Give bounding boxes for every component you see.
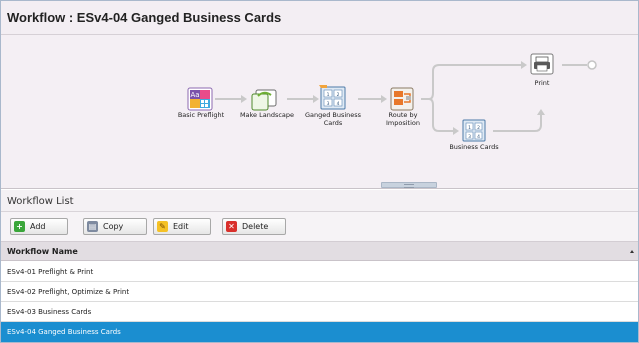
pencil-icon: ✎ (157, 221, 168, 232)
delete-icon: ✕ (226, 221, 237, 232)
copy-button[interactable]: ▤ Copy (83, 218, 147, 235)
workflow-name-cell: ESv4-02 Preflight, Optimize & Print (7, 288, 130, 296)
table-row-selected[interactable]: ESv4-04 Ganged Business Cards (1, 322, 638, 342)
svg-text:2: 2 (337, 92, 340, 98)
svg-text:4: 4 (337, 101, 340, 107)
delete-button-label: Delete (242, 222, 269, 231)
workflow-list-title: Workflow List (7, 196, 74, 207)
workflow-canvas: Aa 1 2 3 4 1 2 3 4 Basic Preflight Make … (1, 35, 638, 181)
svg-text:1: 1 (327, 92, 330, 98)
table-row[interactable]: ESv4-02 Preflight, Optimize & Print (1, 282, 638, 302)
ganged-icon: 1 2 3 4 (319, 85, 346, 110)
pane-divider (1, 181, 638, 189)
workflow-name-cell: ESv4-04 Ganged Business Cards (7, 328, 121, 336)
copy-icon: ▤ (87, 221, 98, 232)
preflight-icon: Aa (187, 87, 213, 111)
table-row[interactable]: ESv4-01 Preflight & Print (1, 262, 638, 282)
splitter-handle[interactable] (381, 182, 437, 188)
end-node (587, 60, 597, 70)
workflow-header: Workflow : ESv4-04 Ganged Business Cards (1, 1, 638, 35)
svg-text:3: 3 (327, 101, 330, 107)
column-header-workflow-name[interactable]: Workflow Name (1, 241, 638, 261)
route-icon (390, 87, 414, 111)
rotate-icon (251, 89, 277, 111)
list-toolbar: + Add ▤ Copy ✎ Edit ✕ Delete (1, 212, 638, 241)
workflow-diagram: Aa 1 2 3 4 1 2 3 4 (187, 53, 597, 142)
workflow-list-header: Workflow List (1, 190, 638, 212)
ganged-icon: 1 2 3 4 (462, 119, 486, 142)
page-title: Workflow : ESv4-04 Ganged Business Cards (7, 10, 282, 25)
edit-button[interactable]: ✎ Edit (153, 218, 211, 235)
svg-text:1: 1 (468, 125, 471, 131)
plus-icon: + (14, 221, 25, 232)
node-label-business-cards[interactable]: Business Cards (441, 143, 507, 151)
add-button-label: Add (30, 222, 46, 231)
workflow-window: Workflow : ESv4-04 Ganged Business Cards (0, 0, 639, 343)
svg-text:4: 4 (477, 134, 480, 140)
sort-ascending-icon (630, 250, 634, 253)
node-label-basic-preflight[interactable]: Basic Preflight (167, 111, 235, 119)
table-row[interactable]: ESv4-03 Business Cards (1, 302, 638, 322)
node-label-make-landscape[interactable]: Make Landscape (233, 111, 301, 119)
column-header-label: Workflow Name (7, 247, 78, 256)
delete-button[interactable]: ✕ Delete (222, 218, 286, 235)
svg-text:Aa: Aa (190, 91, 199, 99)
node-label-print[interactable]: Print (522, 79, 562, 87)
node-label-route-by-imposition[interactable]: Route by Imposition (373, 111, 433, 127)
svg-text:3: 3 (468, 134, 471, 140)
workflow-name-cell: ESv4-03 Business Cards (7, 308, 92, 316)
workflow-name-cell: ESv4-01 Preflight & Print (7, 268, 94, 276)
printer-icon (530, 53, 554, 75)
edit-button-label: Edit (173, 222, 189, 231)
node-label-ganged-business-cards[interactable]: Ganged Business Cards (301, 111, 365, 127)
add-button[interactable]: + Add (10, 218, 68, 235)
svg-text:2: 2 (477, 125, 480, 131)
copy-button-label: Copy (103, 222, 124, 231)
